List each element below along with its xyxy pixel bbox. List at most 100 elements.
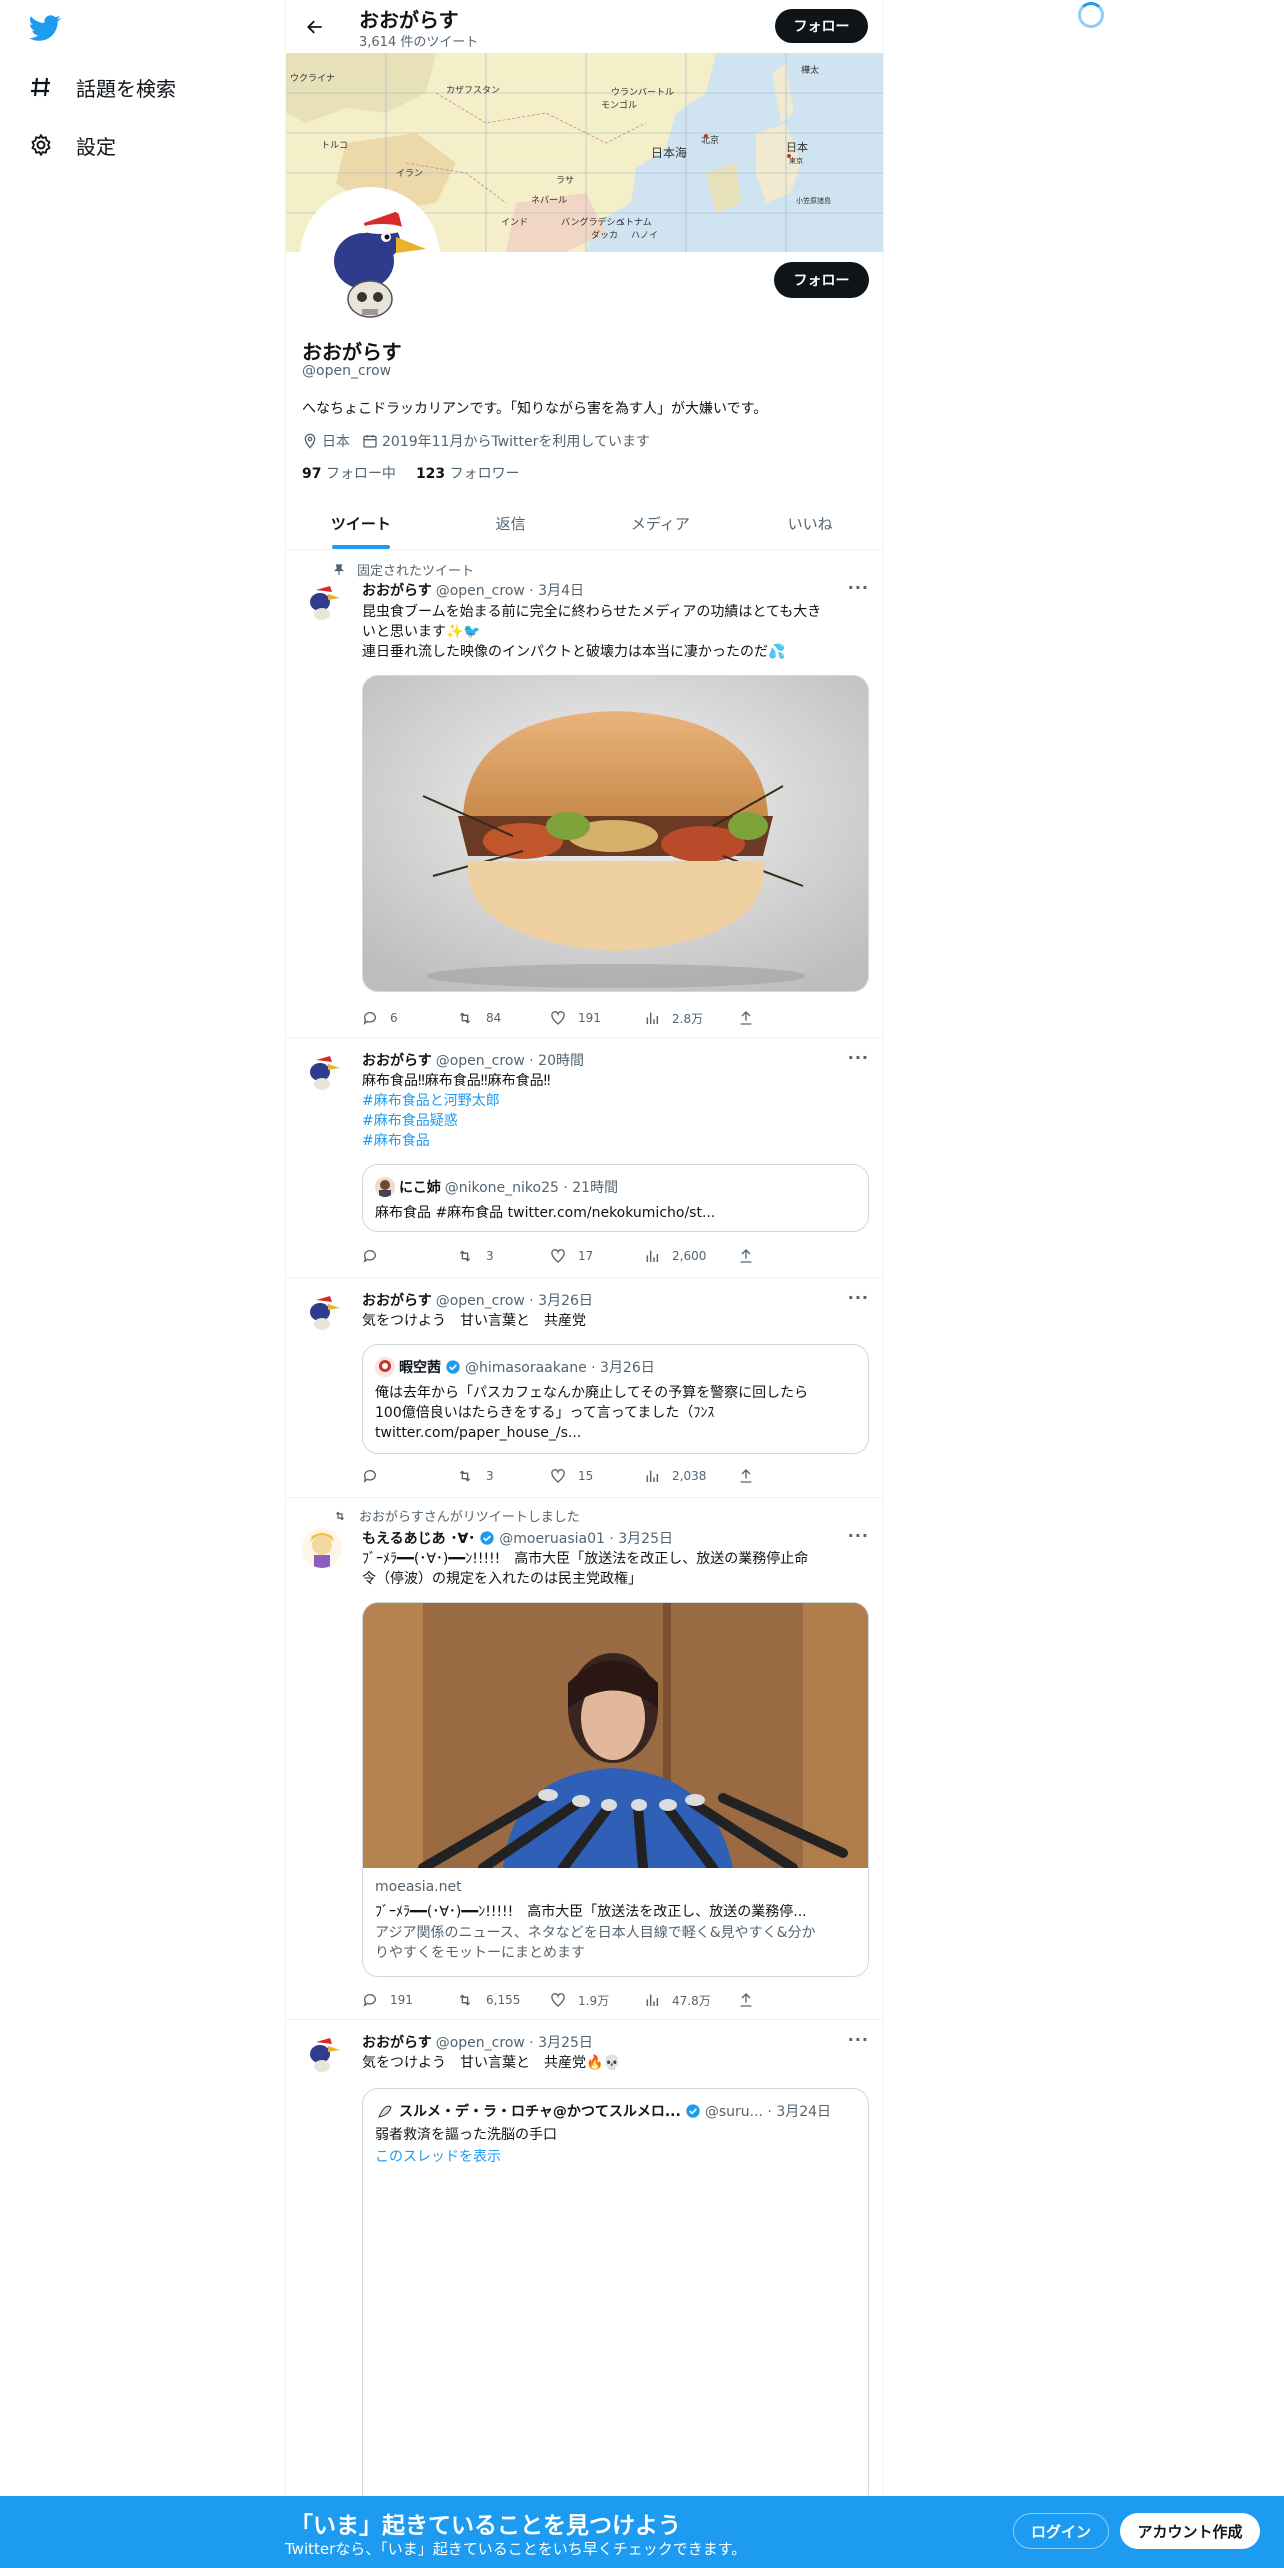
share-button[interactable]: [738, 1466, 768, 1486]
profile-tabs: ツイート 返信 メディア いいね: [286, 497, 883, 550]
author-name[interactable]: おおがらす: [362, 1050, 432, 1070]
more-icon[interactable]: ···: [848, 2030, 869, 2049]
more-icon[interactable]: ···: [848, 578, 869, 597]
tweet[interactable]: おおがらすさんがリツイートしました もえるあじあ ･∀･ @moeruasia0…: [286, 1498, 883, 2020]
tab-media[interactable]: メディア: [586, 497, 736, 549]
hashtag-icon: [26, 72, 56, 102]
views-chart-icon: [646, 1994, 659, 2006]
like-button[interactable]: 17: [550, 1246, 644, 1266]
tab-tweets[interactable]: ツイート: [286, 497, 436, 549]
map-label: ハノイ: [631, 231, 658, 241]
retweet-button[interactable]: 84: [456, 1008, 550, 1028]
tweet-header: もえるあじあ ･∀･ @moeruasia01 · 3月25日: [362, 1528, 673, 1548]
author-meta[interactable]: @open_crow · 20時間: [436, 1050, 584, 1070]
tweet-image[interactable]: [362, 675, 869, 992]
author-meta[interactable]: @open_crow · 3月4日: [436, 580, 584, 600]
author-meta[interactable]: @open_crow · 3月26日: [436, 1290, 593, 1310]
retweet-button[interactable]: 3: [456, 1466, 550, 1486]
tab-likes[interactable]: いいね: [735, 497, 883, 549]
reply-button[interactable]: [362, 1246, 456, 1266]
header-follow-button[interactable]: フォロー: [775, 9, 868, 43]
hashtag-link[interactable]: #麻布食品: [362, 1131, 869, 1151]
header-tweet-count: 3,614 件のツイート: [359, 35, 479, 50]
share-icon: [740, 1249, 752, 1263]
header-name: おおがらす: [359, 8, 459, 32]
retweet-button[interactable]: 6,155: [456, 1990, 550, 2010]
banner-subtitle: Twitterなら、「いま」起きていることをいち早くチェックできます。: [285, 2540, 747, 2558]
more-icon[interactable]: ···: [848, 1048, 869, 1067]
tab-replies[interactable]: 返信: [436, 497, 586, 549]
gear-icon: [26, 130, 56, 160]
views-button[interactable]: 2,600: [644, 1246, 738, 1266]
quoted-tweet[interactable]: にこ姉 @nikone_niko25 · 21時間 麻布食品 #麻布食品 twi…: [362, 1164, 869, 1232]
tweet-text: 麻布食品‼麻布食品‼麻布食品‼ #麻布食品と河野太郎 #麻布食品疑惑 #麻布食品: [362, 1071, 869, 1151]
reply-button[interactable]: 6: [362, 1008, 456, 1028]
like-button[interactable]: 15: [550, 1466, 644, 1486]
location-pin-icon: [304, 433, 316, 449]
tweet[interactable]: おおがらす @open_crow · 20時間 ··· 麻布食品‼麻布食品‼麻布…: [286, 1038, 883, 1278]
nav-explore[interactable]: 話題を検索: [26, 65, 176, 109]
hashtag-link[interactable]: #麻布食品疑惑: [362, 1111, 869, 1131]
author-name[interactable]: おおがらす: [362, 580, 432, 600]
nav-settings[interactable]: 設定: [26, 123, 116, 167]
location: 日本: [302, 431, 350, 451]
like-button[interactable]: 1.9万: [550, 1990, 644, 2010]
author-name[interactable]: おおがらす: [362, 1290, 432, 1310]
views-button[interactable]: 2.8万: [644, 1008, 738, 1028]
tweet-actions: 3 17 2,600: [362, 1246, 802, 1266]
author-meta[interactable]: @moeruasia01 · 3月25日: [499, 1528, 673, 1548]
back-arrow-icon[interactable]: [300, 12, 330, 42]
retweet-count: 6,155: [486, 1993, 521, 2007]
show-thread-link[interactable]: このスレッドを表示: [375, 2147, 855, 2167]
like-button[interactable]: 191: [550, 1008, 644, 1028]
like-count: 15: [578, 1469, 594, 1483]
login-button[interactable]: ログイン: [1013, 2513, 1109, 2549]
tweet-text: ﾌﾞｰﾒﾗ━━(･∀･)━━ﾝ!!!!! 高市大臣「放送法を改正し、放送の業務停…: [362, 1549, 869, 1589]
more-icon[interactable]: ···: [848, 1288, 869, 1307]
profile-follow-button[interactable]: フォロー: [774, 262, 869, 298]
map-label: ラサ: [556, 175, 574, 186]
quoted-tweet[interactable]: 暇空茜 @himasoraakane · 3月26日 俺は去年から「パスカフェな…: [362, 1344, 869, 1454]
reply-button[interactable]: 191: [362, 1990, 456, 2010]
views-button[interactable]: 2,038: [644, 1466, 738, 1486]
share-button[interactable]: [738, 1246, 768, 1266]
retweet-button[interactable]: 3: [456, 1246, 550, 1266]
author-meta[interactable]: @open_crow · 3月25日: [436, 2032, 593, 2052]
author-name[interactable]: おおがらす: [362, 2032, 432, 2052]
avatar[interactable]: [302, 1050, 342, 1090]
link-card[interactable]: moeasia.net ﾌﾞｰﾒﾗ━━(･∀･)━━ﾝ!!!!! 高市大臣「放送…: [362, 1602, 869, 1977]
tweet[interactable]: 固定されたツイート おおがらす @open_crow · 3月4日 ··· 昆虫…: [286, 550, 883, 1038]
main-column: おおがらす 3,614 件のツイート フォロー ウクライナ カザフスタン モンゴ…: [285, 0, 884, 2500]
map-label: 日本: [786, 140, 808, 154]
following-link[interactable]: 97 フォロー中: [302, 463, 396, 483]
avatar[interactable]: [302, 1290, 342, 1330]
heart-icon: [551, 1993, 565, 2007]
heart-icon: [551, 1249, 565, 1263]
tweet[interactable]: おおがらす @open_crow · 3月26日 ··· 気をつけよう 甘い言葉…: [286, 1278, 883, 1498]
verified-badge-icon: [446, 1360, 460, 1374]
quoted-tweet[interactable]: スルメ・デ・ラ・ロチャ@かつてスルメロ... @suru... · 3月24日 …: [362, 2088, 869, 2500]
followers-link[interactable]: 123 フォロワー: [416, 463, 520, 483]
profile-avatar[interactable]: [300, 187, 440, 327]
avatar[interactable]: [302, 1528, 342, 1568]
tweet-header: おおがらす @open_crow · 20時間: [362, 1050, 584, 1070]
author-name[interactable]: もえるあじあ ･∀･: [362, 1528, 475, 1548]
share-button[interactable]: [738, 1990, 768, 2010]
map-label: 樺太: [801, 64, 819, 76]
map-label: ネパール: [531, 195, 567, 206]
hashtag-link[interactable]: #麻布食品と河野太郎: [362, 1091, 869, 1111]
views-button[interactable]: 47.8万: [644, 1990, 738, 2010]
avatar[interactable]: [302, 2032, 342, 2072]
reply-icon: [363, 1470, 376, 1483]
avatar[interactable]: [302, 580, 342, 620]
signup-button[interactable]: アカウント作成: [1120, 2513, 1260, 2549]
tweet[interactable]: おおがらす @open_crow · 3月25日 ··· 気をつけよう 甘い言葉…: [286, 2020, 883, 2500]
share-icon: [740, 1469, 752, 1483]
like-count: 17: [578, 1249, 594, 1263]
tweet-actions: 3 15 2,038: [362, 1466, 802, 1486]
share-button[interactable]: [738, 1008, 768, 1028]
reply-button[interactable]: [362, 1466, 456, 1486]
more-icon[interactable]: ···: [848, 1526, 869, 1545]
twitter-logo-icon[interactable]: [26, 12, 64, 44]
tweet-actions: 6 84 191 2.8万: [362, 1008, 802, 1028]
